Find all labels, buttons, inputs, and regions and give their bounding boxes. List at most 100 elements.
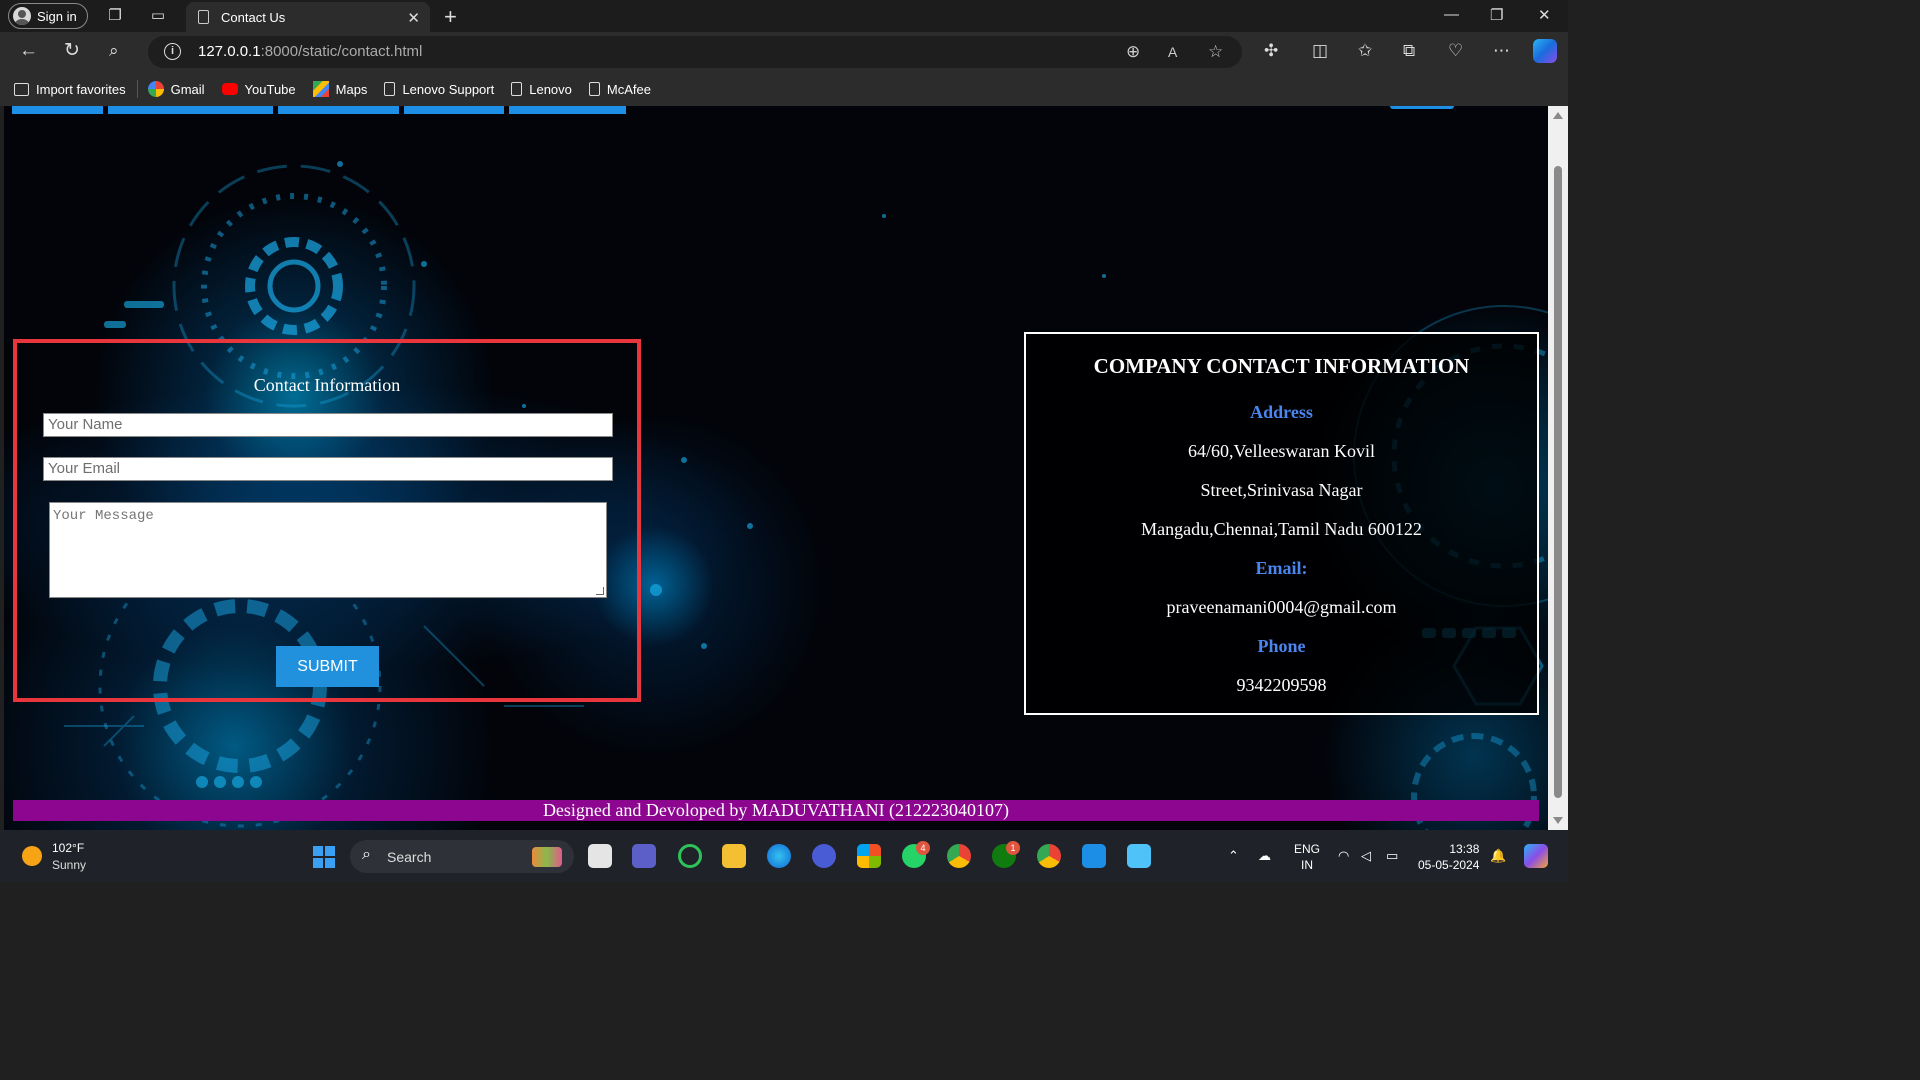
scroll-down-icon[interactable]: [1553, 817, 1563, 824]
page-icon: [588, 82, 600, 96]
bookmarks-bar: Import favorites Gmail YouTube Maps Leno…: [0, 72, 1568, 106]
tab-actions-icon[interactable]: ▭: [150, 8, 166, 24]
bookmark-label: Maps: [335, 81, 368, 97]
restore-icon[interactable]: ❐: [1490, 6, 1503, 24]
profile-avatar-icon: [13, 7, 31, 25]
xbox-badge: 1: [1006, 841, 1020, 855]
read-aloud-icon[interactable]: A: [1168, 44, 1177, 60]
zoom-icon[interactable]: ⊕: [1126, 42, 1140, 62]
taskbar-search[interactable]: ⌕ Search: [350, 840, 574, 873]
site-info-icon[interactable]: i: [164, 43, 181, 60]
address-bar[interactable]: i 127.0.0.1:8000/static/contact.html ⊕ A…: [148, 36, 1242, 68]
phone-value: 9342209598: [1236, 675, 1327, 695]
nav-link-4[interactable]: [404, 106, 504, 114]
more-menu-icon[interactable]: ⋯: [1493, 41, 1510, 61]
scroll-thumb[interactable]: [1554, 166, 1562, 798]
language-indicator[interactable]: ENG IN: [1294, 841, 1320, 873]
page-scrollbar[interactable]: [1548, 106, 1568, 830]
show-hidden-icons-icon[interactable]: ⌃: [1228, 848, 1239, 864]
search-label: Search: [387, 849, 432, 865]
chrome-profile-icon[interactable]: [1037, 844, 1061, 868]
weather-temperature[interactable]: 102°F: [52, 841, 84, 855]
split-screen-icon[interactable]: ◫: [1312, 41, 1328, 61]
close-tab-icon[interactable]: ✕: [407, 9, 420, 27]
nav-link-1[interactable]: [12, 106, 103, 114]
sign-in-label: Sign in: [37, 8, 77, 24]
company-contact-info: COMPANY CONTACT INFORMATION Address 64/6…: [1024, 332, 1539, 715]
email-input[interactable]: Your Email: [43, 457, 613, 481]
search-icon[interactable]: ⌕: [109, 41, 119, 61]
url-text[interactable]: 127.0.0.1:8000/static/contact.html: [198, 43, 422, 60]
tab-title: Contact Us: [221, 9, 286, 25]
notification-bell-icon[interactable]: 🔔: [1490, 848, 1506, 864]
notepad-icon[interactable]: [1127, 844, 1151, 868]
email-value: praveenamani0004@gmail.com: [1166, 597, 1397, 617]
clock-time: 13:38: [1449, 842, 1480, 856]
nav-link-right[interactable]: [1390, 106, 1454, 109]
app-circle-icon[interactable]: [678, 844, 702, 868]
file-explorer-icon[interactable]: [722, 844, 746, 868]
message-textarea[interactable]: Your Message: [49, 502, 607, 598]
task-view-icon[interactable]: [588, 844, 612, 868]
bookmark-label: McAfee: [606, 81, 651, 97]
close-window-icon[interactable]: ✕: [1538, 6, 1551, 24]
contact-form: Contact Information Your Name Your Email…: [13, 339, 641, 702]
bookmark-gmail[interactable]: Gmail: [147, 81, 205, 97]
bookmark-mcafee[interactable]: McAfee: [588, 81, 651, 97]
clock-date: 05-05-2024: [1418, 858, 1480, 872]
teams-icon[interactable]: [632, 844, 656, 868]
favorites-icon[interactable]: ✩: [1358, 41, 1372, 61]
whatsapp-badge: 4: [916, 841, 930, 855]
system-clock[interactable]: 13:38 05-05-2024: [1418, 841, 1479, 873]
sun-icon[interactable]: [22, 846, 42, 866]
bookmark-import-favorites[interactable]: Import favorites: [14, 82, 126, 97]
edge-icon[interactable]: [767, 844, 791, 868]
page-icon: [198, 10, 209, 24]
bookmark-label: Lenovo Support: [402, 81, 495, 97]
bookmark-label: YouTube: [244, 81, 296, 97]
minimize-icon[interactable]: —: [1444, 6, 1459, 23]
collections-icon[interactable]: ⧉: [1403, 41, 1415, 61]
bookmark-youtube[interactable]: YouTube: [221, 81, 296, 97]
weather-condition[interactable]: Sunny: [52, 858, 86, 872]
browser-essentials-icon[interactable]: ♡: [1448, 41, 1463, 61]
extensions-icon[interactable]: ✣: [1264, 41, 1278, 61]
nav-link-5[interactable]: [509, 106, 626, 114]
windows-start-icon[interactable]: [313, 846, 335, 868]
submit-button[interactable]: SUBMIT: [276, 646, 379, 687]
resize-handle-icon[interactable]: [596, 587, 604, 595]
battery-icon[interactable]: ▭: [1386, 848, 1398, 864]
company-info-title: COMPANY CONTACT INFORMATION: [1093, 354, 1470, 378]
chrome-icon[interactable]: [947, 844, 971, 868]
youtube-icon: [221, 83, 238, 95]
bookmark-label: Gmail: [170, 81, 205, 97]
wifi-icon[interactable]: ◠: [1338, 848, 1349, 864]
sign-in-button[interactable]: Sign in: [8, 3, 88, 29]
copilot-taskbar-icon[interactable]: [1524, 844, 1548, 868]
app-a-icon[interactable]: [812, 844, 836, 868]
onedrive-icon[interactable]: ☁: [1258, 848, 1271, 864]
refresh-icon[interactable]: ↻: [64, 41, 80, 61]
bookmark-lenovo-support[interactable]: Lenovo Support: [384, 82, 494, 97]
name-input[interactable]: Your Name: [43, 413, 613, 437]
maps-icon: [312, 81, 329, 97]
nav-link-3[interactable]: [278, 106, 399, 114]
bookmark-maps[interactable]: Maps: [312, 81, 368, 97]
scroll-up-icon[interactable]: [1553, 112, 1563, 119]
nav-link-2[interactable]: [108, 106, 273, 114]
address-heading: Address: [1250, 402, 1313, 422]
page-viewport: Contact Information Your Name Your Email…: [4, 106, 1548, 830]
bookmark-separator: [136, 80, 138, 98]
volume-icon[interactable]: ◁: [1361, 848, 1371, 864]
browser-titlebar: Sign in ❐ ▭ Contact Us ✕ + — ❐ ✕: [0, 0, 1568, 32]
back-icon[interactable]: ←: [19, 41, 38, 61]
workspaces-icon[interactable]: ❐: [107, 8, 123, 24]
store-icon[interactable]: [857, 844, 881, 868]
tab-contact-us[interactable]: Contact Us ✕: [186, 2, 430, 32]
favorite-star-icon[interactable]: ☆: [1208, 42, 1223, 62]
copilot-icon[interactable]: [1533, 39, 1557, 63]
bookmark-lenovo[interactable]: Lenovo: [511, 82, 572, 97]
vscode-icon[interactable]: [1082, 844, 1106, 868]
message-placeholder: Your Message: [53, 508, 154, 524]
new-tab-button[interactable]: +: [444, 4, 457, 30]
